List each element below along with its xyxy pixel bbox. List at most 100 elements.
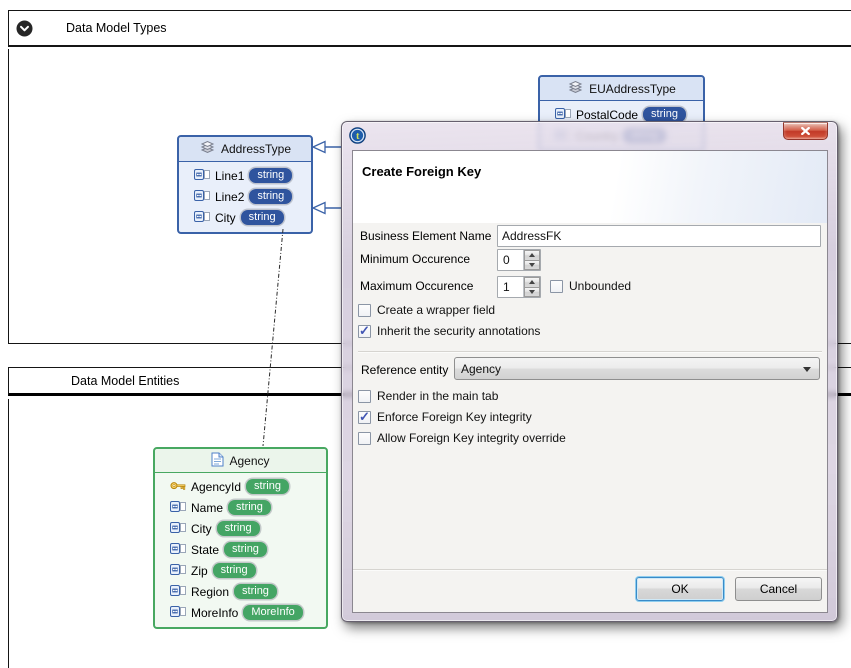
ok-button[interactable]: OK xyxy=(636,577,724,601)
spin-down-button[interactable] xyxy=(524,288,540,298)
create-wrapper-label: Create a wrapper field xyxy=(377,303,495,317)
field-name: Zip xyxy=(191,564,208,578)
render-main-tab-checkbox-row[interactable]: Render in the main tab xyxy=(358,389,498,403)
reference-entity-dropdown[interactable]: Agency xyxy=(454,357,820,380)
inherit-security-checkbox[interactable] xyxy=(358,325,371,338)
field-icon xyxy=(194,169,210,183)
field-icon xyxy=(194,190,210,204)
field-row[interactable]: Line1 string xyxy=(179,165,311,186)
field-name: City xyxy=(215,211,236,225)
type-box-addresstype[interactable]: AddressType Line1stringLine2stringCityst… xyxy=(177,135,313,234)
field-icon xyxy=(555,108,571,122)
maximum-occurence-spinner[interactable]: 1 xyxy=(497,276,541,298)
close-button[interactable] xyxy=(783,122,828,140)
field-type-badge: string xyxy=(249,189,292,204)
dialog-panel: Create Foreign Key Business Element Name… xyxy=(352,150,828,613)
maximum-occurence-value: 1 xyxy=(498,277,523,297)
section-title: Data Model Types xyxy=(66,21,167,35)
cancel-button[interactable]: Cancel xyxy=(735,577,822,601)
dialog-header-area: Create Foreign Key xyxy=(353,151,827,223)
field-name: PostalCode xyxy=(576,108,638,122)
business-element-name-label: Business Element Name xyxy=(360,229,491,243)
unbounded-label: Unbounded xyxy=(569,279,631,293)
field-row[interactable]: Name string xyxy=(155,497,326,518)
field-icon xyxy=(194,211,210,225)
field-row[interactable]: Zip string xyxy=(155,560,326,581)
entity-box-title: Agency xyxy=(229,454,269,468)
type-box-fields: Line1 string Line2 string City string xyxy=(179,162,311,232)
section-title: Data Model Entities xyxy=(71,374,179,388)
stacked-layers-icon xyxy=(199,140,216,158)
field-row[interactable]: MoreInfoMoreInfo xyxy=(155,602,326,623)
field-icon xyxy=(170,522,186,536)
enforce-fk-checkbox[interactable] xyxy=(358,411,371,424)
type-box-header[interactable]: AddressType xyxy=(179,137,311,162)
unbounded-checkbox-row[interactable]: Unbounded xyxy=(550,279,631,293)
chevron-down-circle-icon[interactable] xyxy=(16,20,33,37)
field-row[interactable]: Region string xyxy=(155,581,326,602)
spin-up-button[interactable] xyxy=(524,250,540,261)
field-name: Line2 xyxy=(215,190,244,204)
field-name: AgencyId xyxy=(191,480,241,494)
inherit-security-label: Inherit the security annotations xyxy=(377,324,540,338)
field-name: City xyxy=(191,522,212,536)
field-name: Line1 xyxy=(215,169,244,183)
document-page-icon xyxy=(211,452,224,470)
field-name: Region xyxy=(191,585,229,599)
field-type-badge: string xyxy=(234,584,277,599)
field-icon xyxy=(170,606,186,620)
minimum-occurence-label: Minimum Occurence xyxy=(360,252,470,266)
field-name: Name xyxy=(191,501,223,515)
entity-box-agency[interactable]: Agency AgencyIdstringNamestringCitystrin… xyxy=(153,447,328,629)
section-header-data-model-types: Data Model Types xyxy=(8,10,851,47)
field-row[interactable]: City string xyxy=(179,207,311,228)
business-element-name-value: AddressFK xyxy=(502,229,561,243)
workspace: Data Model Types Data Model Entities EUA… xyxy=(0,0,851,668)
allow-fk-override-label: Allow Foreign Key integrity override xyxy=(377,431,566,445)
spin-up-button[interactable] xyxy=(524,277,540,288)
field-icon xyxy=(170,585,186,599)
separator xyxy=(353,569,827,571)
entity-box-header[interactable]: Agency xyxy=(155,449,326,473)
enforce-fk-label: Enforce Foreign Key integrity xyxy=(377,410,532,424)
minimum-occurence-spinner[interactable]: 0 xyxy=(497,249,541,271)
svg-text:t: t xyxy=(356,131,360,142)
inherit-security-checkbox-row[interactable]: Inherit the security annotations xyxy=(358,324,540,338)
field-type-badge: string xyxy=(643,107,686,122)
dialog-title: Create Foreign Key xyxy=(362,164,481,179)
dialog-titlebar[interactable]: t xyxy=(342,122,837,150)
close-icon xyxy=(801,122,810,140)
allow-fk-override-checkbox[interactable] xyxy=(358,432,371,445)
field-type-badge: string xyxy=(241,210,284,225)
stacked-layers-icon xyxy=(567,80,584,98)
field-row[interactable]: State string xyxy=(155,539,326,560)
create-foreign-key-dialog: t Create Foreign Key Business Element Na… xyxy=(341,121,838,622)
create-wrapper-checkbox-row[interactable]: Create a wrapper field xyxy=(358,303,495,317)
key-icon xyxy=(170,480,186,494)
business-element-name-input[interactable]: AddressFK xyxy=(497,225,821,247)
field-type-badge: string xyxy=(249,168,292,183)
entity-box-fields: AgencyIdstringNamestringCitystringStates… xyxy=(155,473,326,627)
create-wrapper-checkbox[interactable] xyxy=(358,304,371,317)
field-row[interactable]: City string xyxy=(155,518,326,539)
field-row[interactable]: AgencyIdstring xyxy=(155,476,326,497)
type-box-header[interactable]: EUAddressType xyxy=(540,77,703,101)
unbounded-checkbox[interactable] xyxy=(550,280,563,293)
render-main-tab-checkbox[interactable] xyxy=(358,390,371,403)
enforce-fk-checkbox-row[interactable]: Enforce Foreign Key integrity xyxy=(358,410,532,424)
spin-down-button[interactable] xyxy=(524,261,540,271)
field-icon xyxy=(170,564,186,578)
field-type-badge: string xyxy=(213,563,256,578)
field-type-badge: string xyxy=(217,521,260,536)
render-main-tab-label: Render in the main tab xyxy=(377,389,498,403)
allow-fk-override-checkbox-row[interactable]: Allow Foreign Key integrity override xyxy=(358,431,566,445)
field-type-badge: MoreInfo xyxy=(243,605,302,620)
field-type-badge: string xyxy=(228,500,271,515)
t-logo-icon: t xyxy=(349,127,366,144)
separator xyxy=(358,351,822,353)
field-type-badge: string xyxy=(224,542,267,557)
field-row[interactable]: Line2 string xyxy=(179,186,311,207)
field-name: State xyxy=(191,543,219,557)
reference-entity-value: Agency xyxy=(461,362,501,376)
chevron-down-icon xyxy=(803,367,811,372)
